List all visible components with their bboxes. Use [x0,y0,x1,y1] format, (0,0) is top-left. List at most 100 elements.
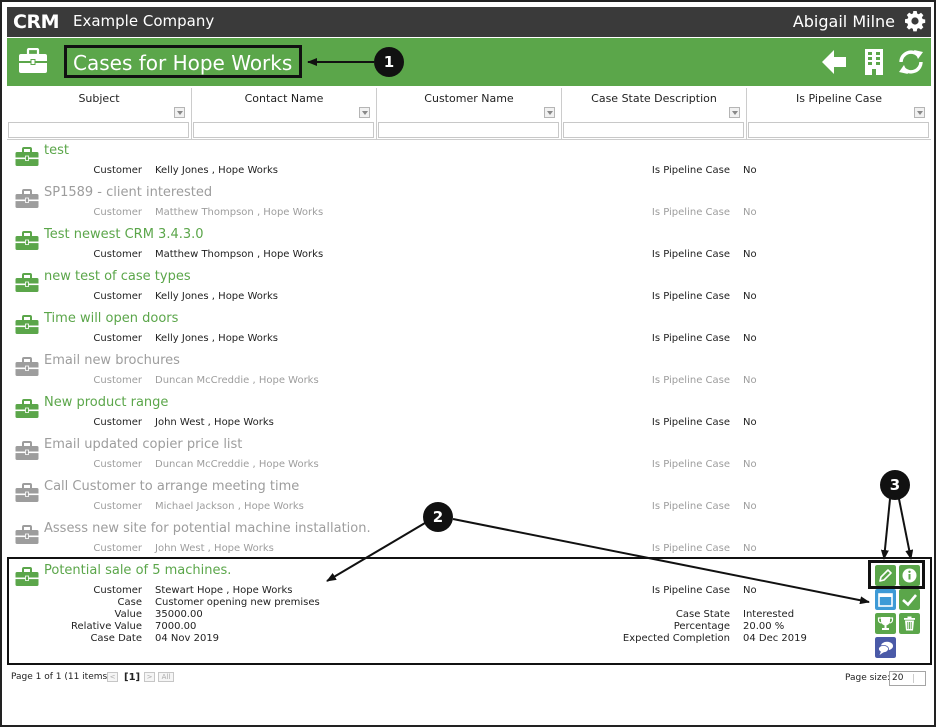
building-icon[interactable] [859,47,889,77]
field-label: Customer [93,417,142,428]
chevron-down-icon[interactable] [544,107,555,118]
pipeline-value: No [743,165,757,176]
field-label: Is Pipeline Case [651,165,730,176]
customer-value: Duncan McCreddie , Hope Works [155,375,319,386]
field-label: Customer [93,543,142,554]
case-value: Customer opening new premises [155,597,320,608]
user-name[interactable]: Abigail Milne [793,12,895,31]
case-title[interactable]: new test of case types [44,269,191,284]
customer-value: Matthew Thompson , Hope Works [155,207,324,218]
column-pipeline[interactable]: Is Pipeline Case [747,88,931,140]
pipeline-value: No [743,291,757,302]
filter-input-subject[interactable] [8,122,189,138]
pencil-icon[interactable] [875,565,896,586]
briefcase-icon [15,399,39,418]
briefcase-icon [15,525,39,544]
case-title[interactable]: Call Customer to arrange meeting time [44,479,299,494]
field-label: Is Pipeline Case [651,375,730,386]
field-label: Customer [93,165,142,176]
page-size-label: Page size: [845,673,891,683]
pipeline-value: No [743,459,757,470]
briefcase-icon [15,315,39,334]
filter-input-case-state[interactable] [563,122,744,138]
customer-value: Kelly Jones , Hope Works [155,291,279,302]
case-title[interactable]: Test newest CRM 3.4.3.0 [44,227,204,242]
trophy-icon[interactable] [875,613,896,634]
pipeline-value: No [743,585,757,596]
pipeline-value: No [743,207,757,218]
field-label: Expected Completion [622,633,730,644]
briefcase-icon [19,48,47,73]
field-label: Case Date [90,633,142,644]
field-label: Case State [675,609,730,620]
field-label: Customer [93,459,142,470]
crm-logo[interactable]: CRM [13,11,59,33]
customer-value: Duncan McCreddie , Hope Works [155,459,319,470]
briefcase-icon [15,483,39,502]
briefcase-icon [15,189,39,208]
field-label: Is Pipeline Case [651,291,730,302]
pipeline-value: No [743,417,757,428]
column-subject[interactable]: Subject [7,88,192,140]
case-title[interactable]: test [44,143,69,158]
percentage-value: 20.00 % [743,621,785,632]
arrow-left-icon[interactable] [819,47,849,77]
top-bar: CRM Example Company Abigail Milne [7,7,931,37]
case-state-value: Interested [743,609,795,620]
field-label: Is Pipeline Case [651,501,730,512]
customer-value: Kelly Jones , Hope Works [155,333,279,344]
field-label: Customer [93,249,142,260]
pager-summary: Page 1 of 1 (11 items) [11,672,111,682]
pager-next-button[interactable]: > [144,672,155,682]
callout-badge: 1 [374,47,404,77]
case-title[interactable]: SP1589 - client interested [44,185,212,200]
customer-value: Matthew Thompson , Hope Works [155,249,324,260]
chevron-down-icon[interactable] [914,107,925,118]
pager-current-page[interactable]: [1] [124,672,140,683]
field-label: Is Pipeline Case [651,585,730,596]
filter-input-customer[interactable] [378,122,559,138]
field-label: Is Pipeline Case [651,333,730,344]
chevron-down-icon[interactable] [359,107,370,118]
case-title[interactable]: New product range [44,395,168,410]
chevron-down-icon[interactable] [174,107,185,118]
field-label: Is Pipeline Case [651,249,730,260]
field-label: Case [117,597,142,608]
expected-completion-value: 04 Dec 2019 [743,633,807,644]
check-icon[interactable] [899,589,920,610]
grid-header: Subject Contact Name Customer Name Case … [7,88,931,140]
company-name: Example Company [73,12,215,30]
column-case-state[interactable]: Case State Description [562,88,747,140]
value-value: 35000.00 [155,609,203,620]
filter-input-contact[interactable] [193,122,374,138]
briefcase-icon [15,147,39,166]
info-icon[interactable] [899,565,920,586]
case-title[interactable]: Email new brochures [44,353,180,368]
calendar-icon[interactable] [875,589,896,610]
case-date-value: 04 Nov 2019 [155,633,220,644]
field-label: Customer [93,291,142,302]
field-label: Is Pipeline Case [651,459,730,470]
field-label: Customer [93,585,142,596]
field-label: Is Pipeline Case [651,207,730,218]
filter-input-pipeline[interactable] [748,122,929,138]
case-title[interactable]: Assess new site for potential machine in… [44,521,371,536]
trash-icon[interactable] [899,613,920,634]
refresh-icon[interactable] [896,47,926,77]
pager-all-button[interactable]: All [158,672,174,682]
case-title[interactable]: Potential sale of 5 machines. [44,563,231,578]
pager-prev-button[interactable]: < [107,672,118,682]
speech-bubble-icon[interactable] [875,637,896,658]
column-label: Customer Name [424,92,514,105]
gear-icon[interactable] [903,9,927,33]
column-label: Contact Name [244,92,324,105]
case-title[interactable]: Email updated copier price list [44,437,242,452]
briefcase-icon [15,567,39,586]
column-customer-name[interactable]: Customer Name [377,88,562,140]
case-title[interactable]: Time will open doors [44,311,178,326]
column-label: Subject [78,92,120,105]
page-size-select[interactable]: 20 [889,671,926,686]
page-header: Cases for Hope Works [7,38,931,86]
chevron-down-icon[interactable] [729,107,740,118]
column-contact-name[interactable]: Contact Name [192,88,377,140]
